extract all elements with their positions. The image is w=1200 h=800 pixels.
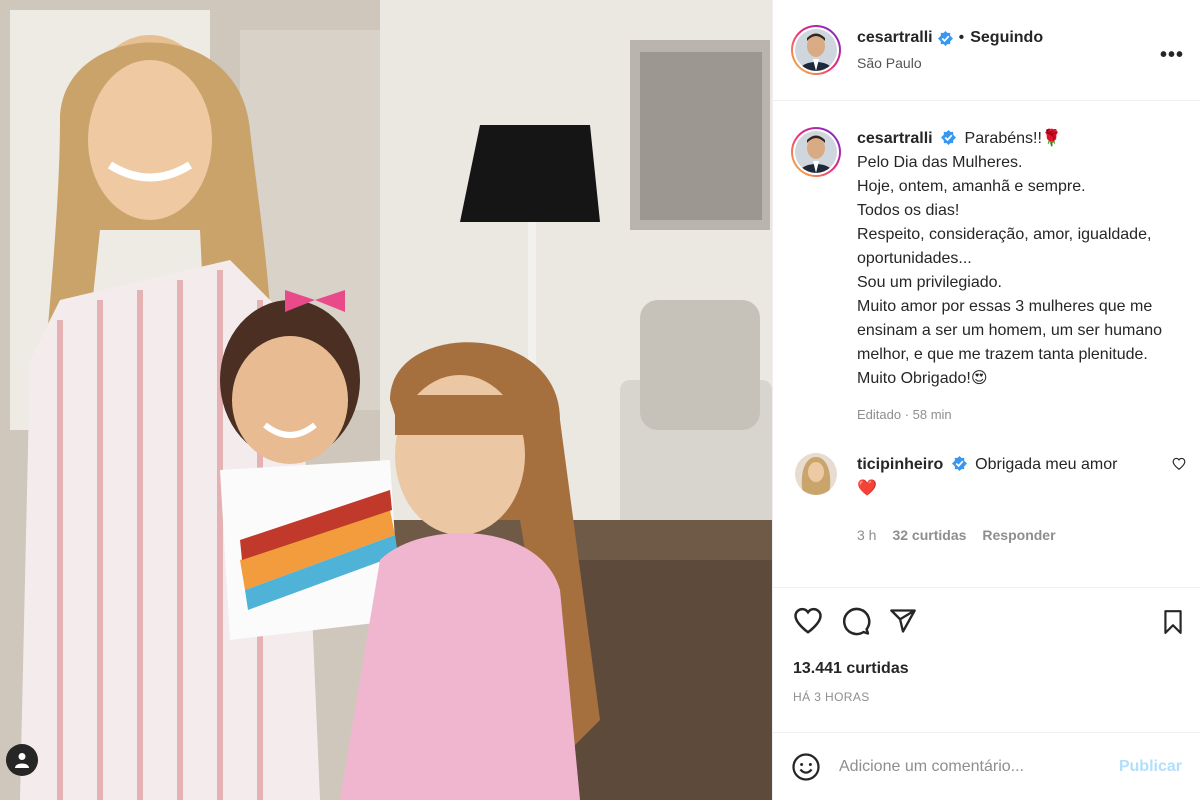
edited-timestamp: Editado · 58 min bbox=[857, 407, 952, 422]
publish-button[interactable]: Publicar bbox=[1113, 757, 1188, 777]
post-header: cesartralli • Seguindo São Paulo ••• bbox=[773, 0, 1200, 101]
commenter-avatar[interactable] bbox=[795, 453, 837, 495]
verified-badge-icon bbox=[941, 130, 957, 145]
caption-line: Pelo Dia das Mulheres. bbox=[857, 154, 1023, 171]
separator-dot: • bbox=[958, 29, 965, 46]
likes-count[interactable]: 13.441 curtidas bbox=[793, 660, 1186, 678]
author-avatar[interactable] bbox=[791, 25, 841, 75]
caption-username[interactable]: cesartralli bbox=[857, 130, 933, 147]
user-icon bbox=[15, 753, 29, 768]
comment-time[interactable]: 3 h bbox=[857, 523, 876, 547]
emoji-smiley-icon[interactable] bbox=[791, 752, 821, 782]
photo-illustration bbox=[0, 0, 772, 800]
add-comment-bar: Publicar bbox=[773, 732, 1200, 800]
save-bookmark-icon[interactable] bbox=[1160, 608, 1186, 636]
caption-line: Sou um privilegiado. bbox=[857, 274, 1002, 291]
verified-badge-icon bbox=[951, 456, 967, 471]
instagram-post: cesartralli • Seguindo São Paulo ••• ces… bbox=[0, 0, 1200, 800]
comment-input[interactable] bbox=[837, 756, 1113, 777]
reply-button[interactable]: Responder bbox=[982, 523, 1055, 547]
comment-bubble-icon[interactable] bbox=[841, 606, 871, 636]
verified-badge-icon bbox=[937, 30, 953, 46]
post-actions: 13.441 curtidas HÁ 3 HORAS bbox=[773, 587, 1200, 732]
post-time: HÁ 3 HORAS bbox=[793, 690, 870, 704]
caption-line: Parabéns!!🌹 bbox=[964, 130, 1062, 147]
comment-item: ticipinheiro Obrigada meu amor ❤️ 3 h 32… bbox=[791, 453, 1186, 547]
caption-author-avatar[interactable] bbox=[791, 127, 841, 177]
author-photo bbox=[795, 29, 837, 71]
comments-section: cesartralli Parabéns!!🌹 Pelo Dia das Mul… bbox=[773, 101, 1200, 587]
author-username[interactable]: cesartralli bbox=[857, 29, 933, 47]
commenter-photo bbox=[795, 453, 837, 495]
comment-likes[interactable]: 32 curtidas bbox=[892, 523, 966, 547]
commenter-username[interactable]: ticipinheiro bbox=[857, 456, 943, 473]
caption-line: Hoje, ontem, amanhã e sempre. bbox=[857, 178, 1086, 195]
caption-line: Respeito, consideração, amor, igualdade,… bbox=[857, 226, 1152, 267]
comment-text: Obrigada meu amor bbox=[975, 456, 1118, 473]
share-paper-plane-icon[interactable] bbox=[889, 607, 917, 635]
caption-line: Muito amor por essas 3 mulheres que me e… bbox=[857, 298, 1163, 387]
post-location[interactable]: São Paulo bbox=[857, 55, 1043, 71]
post-caption: cesartralli Parabéns!!🌹 Pelo Dia das Mul… bbox=[791, 127, 1186, 427]
caption-line: Todos os dias! bbox=[857, 202, 960, 219]
post-photo[interactable] bbox=[0, 0, 772, 800]
comment-emoji: ❤️ bbox=[857, 480, 877, 497]
following-button[interactable]: Seguindo bbox=[970, 29, 1043, 47]
tagged-users-button[interactable] bbox=[6, 744, 38, 776]
like-comment-heart-icon[interactable] bbox=[1172, 457, 1186, 471]
like-heart-icon[interactable] bbox=[793, 606, 823, 636]
post-details-panel: cesartralli • Seguindo São Paulo ••• ces… bbox=[772, 0, 1200, 800]
caption-author-photo bbox=[795, 131, 837, 173]
more-options-icon[interactable]: ••• bbox=[1160, 44, 1184, 67]
